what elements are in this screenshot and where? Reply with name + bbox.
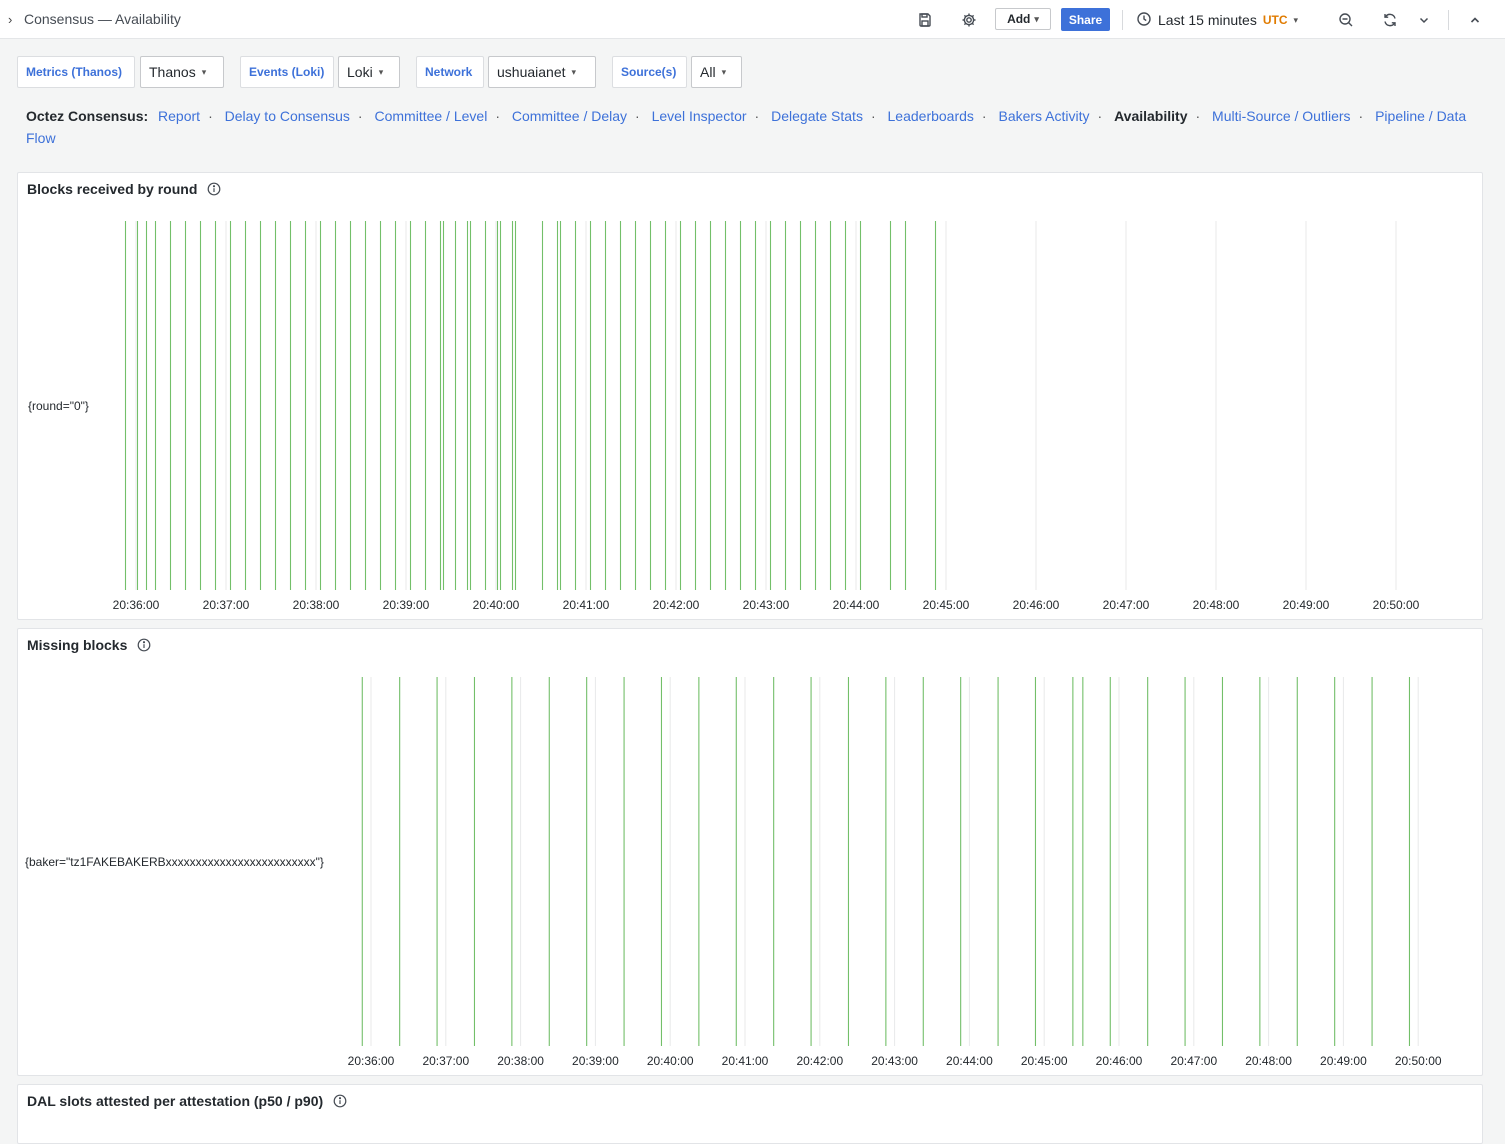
save-icon[interactable] <box>914 9 936 31</box>
x-tick-label: 20:39:00 <box>383 598 430 612</box>
series-label: {baker="tz1FAKEBAKERBxxxxxxxxxxxxxxxxxxx… <box>25 855 324 869</box>
refresh-icon[interactable] <box>1379 9 1401 31</box>
panel-title: Missing blocks <box>27 637 151 653</box>
variable-label-sources: Source(s) <box>612 56 687 88</box>
variable-label-metrics: Metrics (Thanos) <box>17 56 135 88</box>
chevron-down-icon[interactable] <box>1413 9 1435 31</box>
time-range-picker[interactable]: Last 15 minutes UTC ▾ <box>1136 9 1298 31</box>
x-tick-label: 20:44:00 <box>833 598 880 612</box>
x-tick-label: 20:44:00 <box>946 1054 993 1068</box>
chevron-down-icon: ▾ <box>1293 14 1299 25</box>
panel-title-text: Missing blocks <box>27 637 128 653</box>
x-tick-label: 20:43:00 <box>871 1054 918 1068</box>
link-committee-level[interactable]: Committee / Level <box>374 108 487 124</box>
x-tick-label: 20:41:00 <box>722 1054 769 1068</box>
x-tick-label: 20:48:00 <box>1193 598 1240 612</box>
timeline-svg: 20:36:00 20:37:00 20:38:00 20:39:00 20:40:00… <box>348 677 1442 1068</box>
x-tick-label: 20:38:00 <box>497 1054 544 1068</box>
x-tick-label: 20:49:00 <box>1320 1054 1367 1068</box>
share-button[interactable]: Share <box>1061 8 1110 31</box>
x-tick-label: 20:40:00 <box>647 1054 694 1068</box>
x-tick-label: 20:50:00 <box>1373 598 1420 612</box>
link-report[interactable]: Report <box>158 108 200 124</box>
variable-label-network: Network <box>416 56 484 88</box>
panel-blocks-received: Blocks received by round {round="0"} 20:… <box>17 172 1483 620</box>
variable-value-sources: All <box>700 64 716 80</box>
clock-icon <box>1136 11 1152 30</box>
variable-value-events: Loki <box>347 64 373 80</box>
chevron-right-icon[interactable]: › <box>8 12 12 27</box>
chevron-down-icon: ▾ <box>721 66 727 77</box>
divider <box>1448 10 1449 30</box>
add-button-label: Add <box>1007 12 1031 26</box>
link-multi-source-outliers[interactable]: Multi-Source / Outliers <box>1212 108 1350 124</box>
time-range-label: Last 15 minutes <box>1158 12 1257 28</box>
x-tick-label: 20:45:00 <box>1021 1054 1068 1068</box>
x-tick-label: 20:50:00 <box>1395 1054 1442 1068</box>
x-tick-label: 20:46:00 <box>1096 1054 1143 1068</box>
x-tick-label: 20:49:00 <box>1283 598 1330 612</box>
timeline-plot[interactable]: 20:36:00 20:37:00 20:38:00 20:39:00 20:40:00… <box>113 221 1448 646</box>
links-lead: Octez Consensus: <box>26 108 149 124</box>
x-tick-label: 20:42:00 <box>796 1054 843 1068</box>
chevron-down-icon: ▾ <box>378 66 384 77</box>
chevron-down-icon: ▾ <box>571 66 577 77</box>
zoom-out-icon[interactable] <box>1335 9 1357 31</box>
x-tick-label: 20:37:00 <box>422 1054 469 1068</box>
link-delegate-stats[interactable]: Delegate Stats <box>771 108 863 124</box>
variable-label-events: Events (Loki) <box>240 56 334 88</box>
variable-value-metrics: Thanos <box>149 64 196 80</box>
series-label: {round="0"} <box>28 399 89 413</box>
x-tick-label: 20:36:00 <box>348 1054 395 1068</box>
info-icon[interactable] <box>137 638 151 652</box>
chevron-down-icon: ▾ <box>1034 13 1039 24</box>
link-delay-to-consensus[interactable]: Delay to Consensus <box>225 108 350 124</box>
timezone-label: UTC <box>1262 13 1288 27</box>
panel-dal-slots: DAL slots attested per attestation (p50 … <box>17 1084 1483 1144</box>
panel-title: Blocks received by round <box>27 181 221 197</box>
x-tick-label: 20:39:00 <box>572 1054 619 1068</box>
variable-select-metrics[interactable]: Thanos ▾ <box>140 56 224 88</box>
x-tick-label: 20:38:00 <box>293 598 340 612</box>
panel-title: DAL slots attested per attestation (p50 … <box>27 1093 347 1109</box>
x-tick-label: 20:45:00 <box>923 598 970 612</box>
chevron-up-icon[interactable] <box>1464 9 1486 31</box>
link-availability-current[interactable]: Availability <box>1114 108 1187 124</box>
timeline-plot[interactable]: 20:36:00 20:37:00 20:38:00 20:39:00 20:40:00… <box>348 677 1442 1102</box>
x-tick-label: 20:40:00 <box>473 598 520 612</box>
top-bar: › Consensus — Availability Add ▾ Share L… <box>0 0 1505 39</box>
panel-missing-blocks: Missing blocks {baker="tz1FAKEBAKERBxxxx… <box>17 628 1483 1076</box>
x-tick-label: 20:41:00 <box>563 598 610 612</box>
x-tick-label: 20:48:00 <box>1245 1054 1292 1068</box>
x-tick-label: 20:47:00 <box>1170 1054 1217 1068</box>
chevron-down-icon: ▾ <box>201 66 207 77</box>
x-tick-label: 20:47:00 <box>1103 598 1150 612</box>
x-tick-label: 20:37:00 <box>203 598 250 612</box>
panel-title-text: Blocks received by round <box>27 181 198 197</box>
link-bakers-activity[interactable]: Bakers Activity <box>998 108 1089 124</box>
x-tick-label: 20:36:00 <box>113 598 160 612</box>
add-button[interactable]: Add ▾ <box>995 8 1051 30</box>
link-level-inspector[interactable]: Level Inspector <box>652 108 747 124</box>
gear-icon[interactable] <box>958 9 980 31</box>
variable-value-network: ushuaianet <box>497 64 566 80</box>
divider <box>1122 10 1123 30</box>
x-tick-label: 20:42:00 <box>653 598 700 612</box>
x-tick-label: 20:43:00 <box>743 598 790 612</box>
timeline-svg: 20:36:00 20:37:00 20:38:00 20:39:00 20:40:00… <box>113 221 1420 612</box>
x-tick-label: 20:46:00 <box>1013 598 1060 612</box>
variable-select-sources[interactable]: All ▾ <box>691 56 742 88</box>
variable-select-events[interactable]: Loki ▾ <box>338 56 400 88</box>
panel-title-text: DAL slots attested per attestation (p50 … <box>27 1093 324 1109</box>
breadcrumb-title[interactable]: Consensus — Availability <box>24 11 181 27</box>
dashboard-links: Octez Consensus: Report · Delay to Consen… <box>26 108 1467 146</box>
info-icon[interactable] <box>333 1094 347 1108</box>
variable-select-network[interactable]: ushuaianet ▾ <box>488 56 596 88</box>
link-leaderboards[interactable]: Leaderboards <box>888 108 974 124</box>
link-committee-delay[interactable]: Committee / Delay <box>512 108 627 124</box>
info-icon[interactable] <box>207 182 221 196</box>
